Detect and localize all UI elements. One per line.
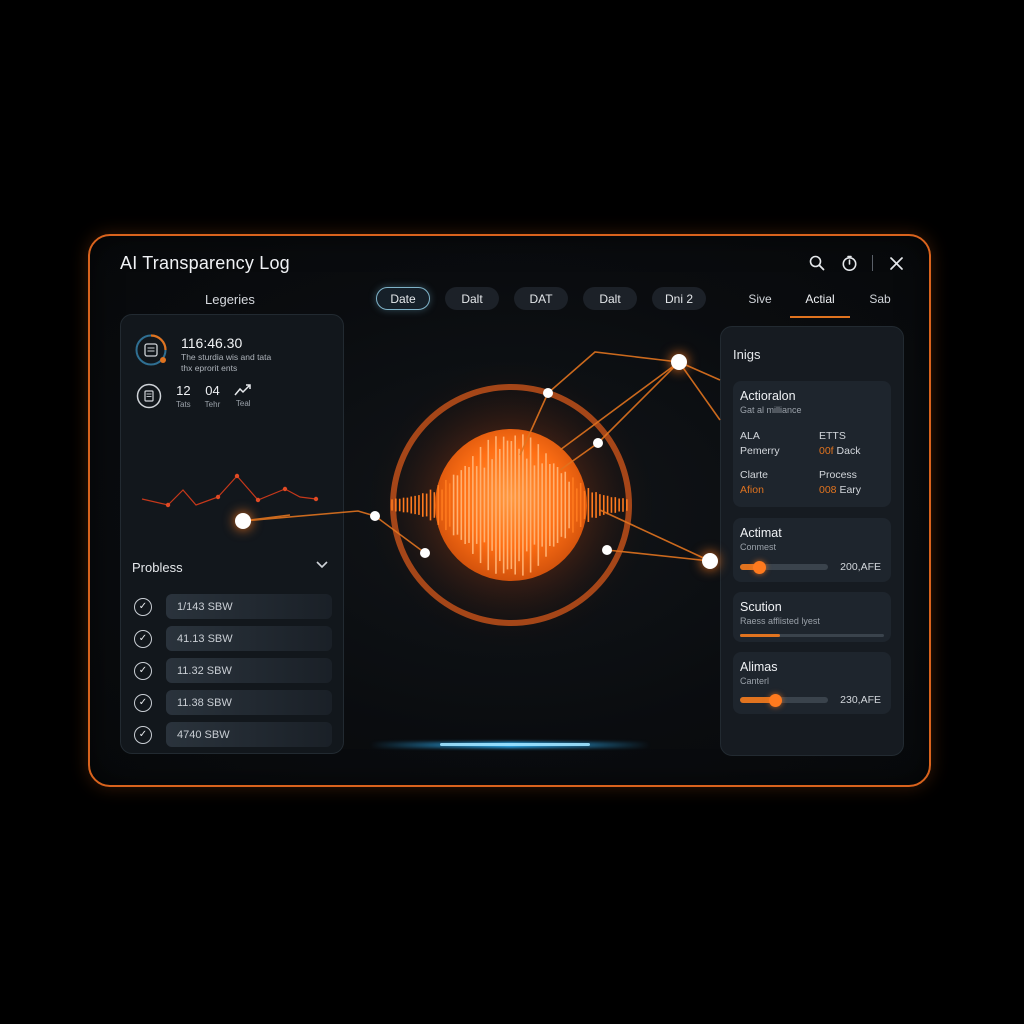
sparkline-points xyxy=(165,473,319,508)
base-glow-core xyxy=(440,743,590,746)
ai-core-visualization xyxy=(141,351,721,748)
sparkline xyxy=(141,475,317,506)
